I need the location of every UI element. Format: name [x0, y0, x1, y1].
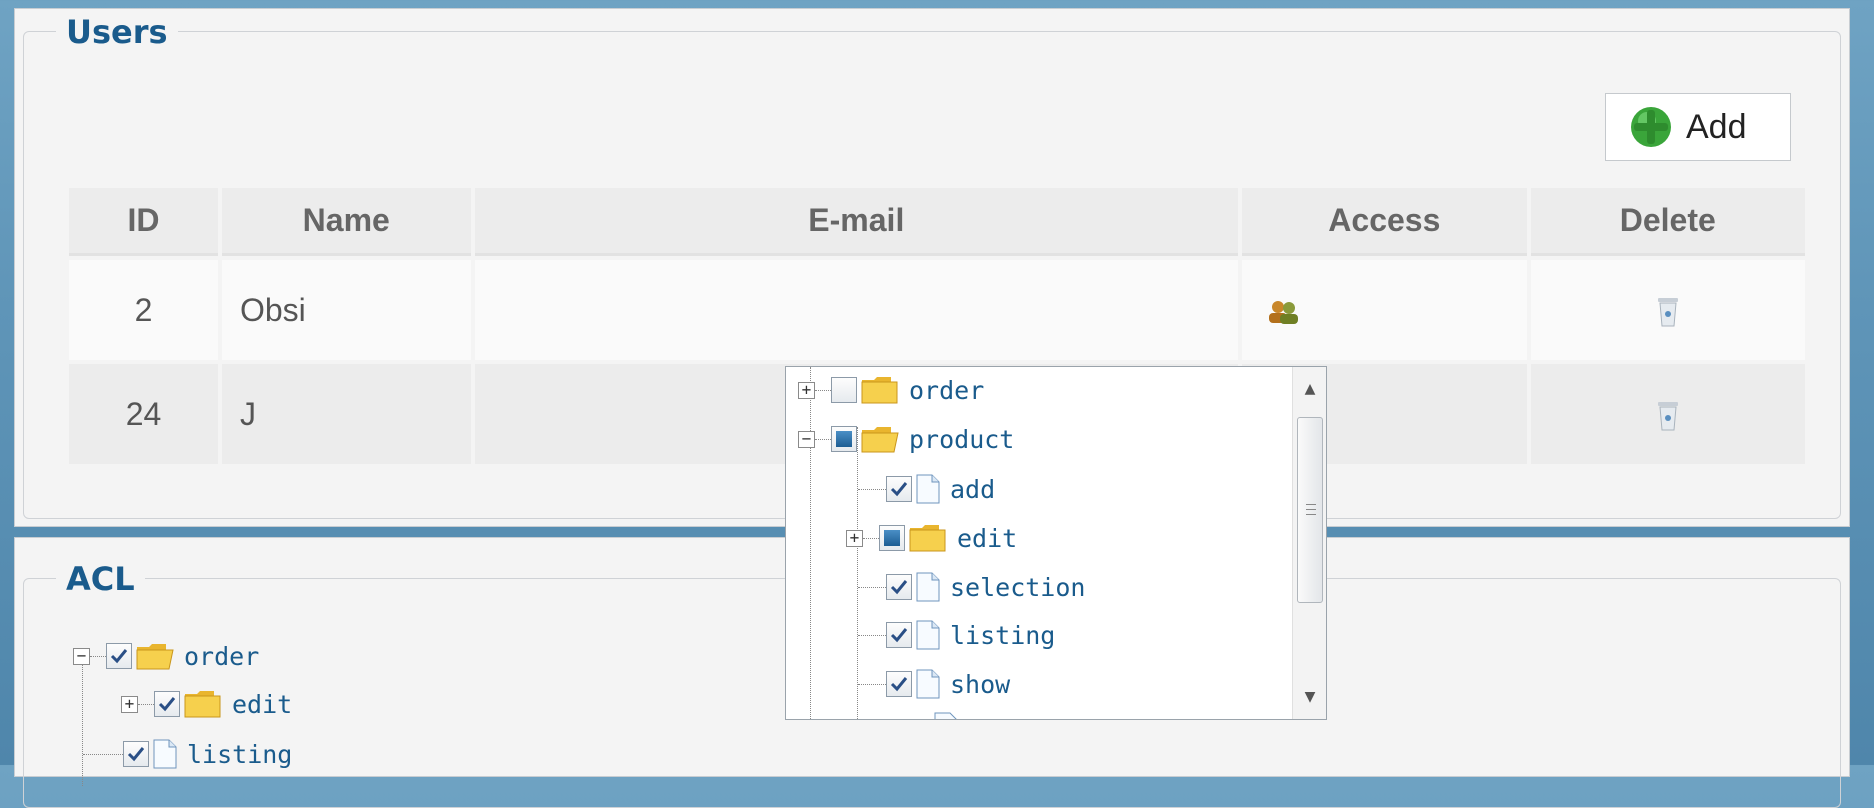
cell-delete: [1530, 260, 1805, 360]
checkmark-icon: [890, 482, 908, 497]
popup-node-listing[interactable]: listing: [858, 615, 1056, 655]
checkbox-partial[interactable]: [879, 525, 905, 551]
column-header-id[interactable]: ID: [69, 188, 218, 256]
tree-node-edit[interactable]: + edit: [121, 684, 292, 724]
popup-node-selection[interactable]: selection: [858, 567, 1086, 607]
folder-icon: [861, 377, 898, 404]
tree-connector: [815, 438, 831, 440]
cell-access: [1242, 260, 1527, 360]
checkmark-icon: [158, 697, 176, 712]
popup-node-product[interactable]: − product: [798, 419, 1014, 459]
tree-node-label: edit: [957, 523, 1018, 553]
popup-scrollbar[interactable]: ▲ ▼: [1292, 367, 1326, 719]
add-plus-icon: [1631, 107, 1671, 147]
tree-node-label: order: [184, 641, 260, 671]
checkmark-icon: [890, 628, 908, 643]
column-header-name[interactable]: Name: [221, 188, 471, 256]
checkmark-icon: [127, 747, 145, 762]
cell-id: 2: [69, 260, 218, 360]
checkbox-checked[interactable]: [886, 476, 912, 502]
tree-connector: [815, 389, 831, 391]
checkbox-checked[interactable]: [886, 622, 912, 648]
tree-node-label: listing: [187, 739, 293, 769]
grip-line: [1306, 509, 1316, 510]
checkmark-icon: [890, 580, 908, 595]
file-icon: [916, 620, 940, 650]
trash-icon[interactable]: [1657, 296, 1679, 328]
acl-section-title: ACL: [56, 559, 145, 599]
tree-connector: [863, 537, 879, 539]
checkmark-icon: [890, 677, 908, 692]
folder-icon: [909, 525, 946, 552]
cell-name: J: [221, 364, 471, 464]
expand-icon[interactable]: +: [798, 381, 815, 399]
expand-icon[interactable]: +: [121, 695, 138, 713]
checkbox-checked[interactable]: [886, 671, 912, 697]
checkbox-checked[interactable]: [123, 741, 149, 767]
tree-node-label: edit: [232, 689, 293, 719]
grip-line: [1306, 514, 1316, 515]
tree-node-order[interactable]: − order: [73, 636, 259, 676]
tree-connector: [90, 655, 106, 657]
file-icon: [934, 709, 958, 719]
tree-node-label: order: [909, 375, 985, 405]
folder-open-icon: [136, 644, 174, 670]
checkmark-icon: [110, 649, 128, 664]
column-header-delete[interactable]: Delete: [1530, 188, 1805, 256]
tree-node-label: add: [950, 474, 996, 504]
tree-node-label: product: [909, 424, 1015, 454]
table-row: 2 Obsi: [69, 260, 1805, 360]
access-popup[interactable]: + order − product add + edit selection l…: [785, 366, 1327, 720]
scroll-up-arrow-icon[interactable]: ▲: [1302, 381, 1318, 397]
folder-open-icon: [861, 427, 899, 453]
file-icon: [916, 669, 940, 699]
grip-line: [1306, 504, 1316, 505]
scroll-down-arrow-icon[interactable]: ▼: [1302, 689, 1318, 705]
cell-delete: [1530, 364, 1805, 464]
popup-node-edit[interactable]: + edit: [846, 518, 1017, 558]
file-icon: [916, 572, 940, 602]
users-section-title: Users: [56, 12, 178, 52]
cell-id: 24: [69, 364, 218, 464]
tree-connector: [858, 634, 886, 636]
collapse-icon[interactable]: −: [73, 647, 90, 665]
trash-icon[interactable]: [1657, 400, 1679, 432]
scrollbar-thumb[interactable]: [1297, 417, 1323, 603]
checkbox-partial[interactable]: [831, 426, 857, 452]
cell-name: Obsi: [221, 260, 471, 360]
cell-email: [474, 260, 1239, 360]
checkbox-checked[interactable]: [886, 574, 912, 600]
users-table-header: ID Name E-mail Access Delete: [69, 188, 1805, 256]
user-access-icon[interactable]: [1266, 299, 1300, 325]
column-header-email[interactable]: E-mail: [474, 188, 1239, 256]
tree-node-listing[interactable]: listing: [83, 734, 293, 774]
add-button-label: Add: [1686, 107, 1747, 146]
checkbox-checked[interactable]: [154, 691, 180, 717]
folder-icon: [184, 691, 221, 718]
checkbox-checked[interactable]: [106, 643, 132, 669]
popup-node-order[interactable]: + order: [798, 370, 984, 410]
tree-connector: [858, 488, 886, 490]
expand-icon[interactable]: +: [846, 529, 863, 547]
collapse-icon[interactable]: −: [798, 430, 815, 448]
tree-guide-line: [857, 427, 858, 719]
popup-node-add[interactable]: add: [858, 469, 996, 509]
popup-node-show[interactable]: show: [858, 664, 1011, 704]
tree-node-label: listing: [950, 620, 1056, 650]
tree-connector: [858, 586, 886, 588]
tree-connector: [858, 683, 886, 685]
add-user-button[interactable]: Add: [1605, 93, 1791, 161]
file-icon: [916, 474, 940, 504]
column-header-access[interactable]: Access: [1242, 188, 1527, 256]
checkbox-unchecked[interactable]: [831, 377, 857, 403]
tree-connector: [138, 703, 154, 705]
tree-connector: [83, 753, 123, 755]
tree-node-label: show: [950, 669, 1011, 699]
tree-node-label: selection: [950, 572, 1086, 602]
